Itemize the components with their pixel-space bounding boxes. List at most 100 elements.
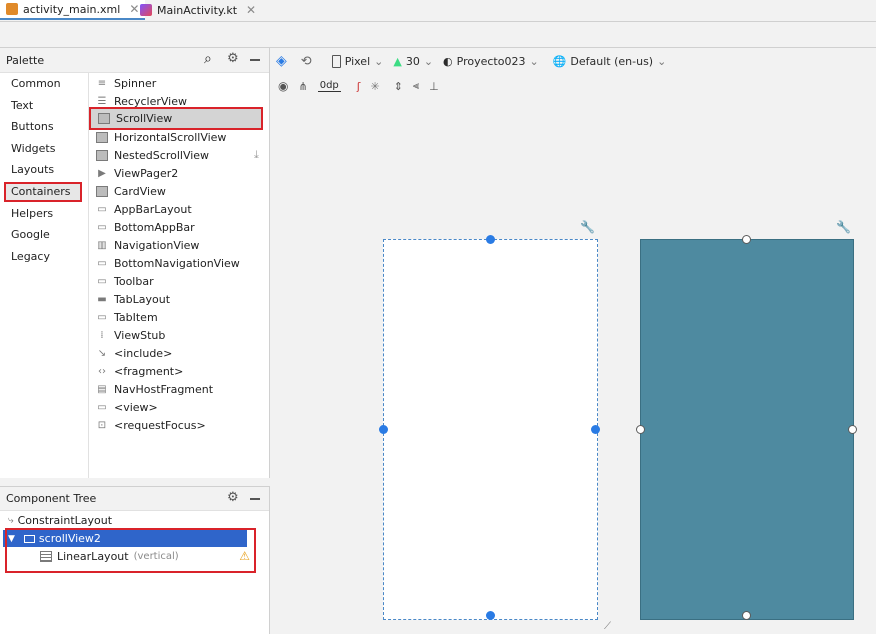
tab-activity-main[interactable]: activity_main.xml ✕: [0, 0, 146, 20]
design-surface: ◈ ⟲ Pixel ⌄ ▲ 30 ⌄ ◐ Proyecto023 ⌄ 🌐 Def…: [270, 48, 876, 633]
constraint-toolbar: ◉ ⋔ 0dp ʃ ✳ ⇕ ⫷ ⊥: [278, 75, 439, 97]
palette-item[interactable]: ▥ NavigationView: [96, 236, 270, 254]
tab-main-activity[interactable]: MainActivity.kt ✕: [134, 0, 262, 20]
editor-tab-bar: activity_main.xml ✕ MainActivity.kt ✕: [0, 0, 876, 22]
scrollview-icon: [98, 113, 110, 124]
guidelines-icon[interactable]: ⊥: [429, 80, 439, 93]
tab-label: MainActivity.kt: [157, 3, 238, 17]
resize-handle[interactable]: [848, 425, 857, 434]
resize-handle[interactable]: [379, 425, 388, 434]
chevron-down-icon[interactable]: ⌄: [657, 55, 666, 68]
palette-item[interactable]: ⊡ <requestFocus>: [96, 416, 270, 434]
default-margin-field[interactable]: 0dp: [317, 80, 341, 92]
palette-item[interactable]: ▭ BottomAppBar: [96, 218, 270, 236]
palette-item-label: TabItem: [114, 310, 158, 324]
viewstub-icon: ⁞: [100, 329, 104, 341]
palette-items: ≡ Spinner ☰ RecyclerView ScrollView Horizonta…: [0, 73, 269, 478]
resize-handle[interactable]: [636, 425, 645, 434]
palette-item-label: RecyclerView: [114, 94, 187, 108]
device-selector[interactable]: Pixel: [345, 55, 370, 68]
palette-item[interactable]: ▬ TabLayout: [96, 290, 270, 308]
palette-item[interactable]: ▶ ViewPager2: [96, 164, 270, 182]
xml-file-icon: [6, 3, 18, 15]
palette-item[interactable]: ≡ Spinner: [96, 74, 270, 92]
scrollview-icon: [23, 534, 35, 543]
palette-item-label: <view>: [114, 400, 158, 414]
spinner-icon: ≡: [97, 77, 107, 89]
resize-handle[interactable]: [486, 235, 495, 244]
layers-icon[interactable]: ◈: [276, 53, 287, 69]
pack-icon[interactable]: ⇕: [394, 80, 403, 93]
palette-item-label: NavigationView: [114, 238, 200, 252]
clear-constraints-icon[interactable]: ʃ: [357, 80, 361, 93]
palette-header: Palette ⌕ ⚙: [0, 48, 269, 73]
palette-item[interactable]: ▭ Toolbar: [96, 272, 270, 290]
tabitem-icon: ▭: [97, 311, 107, 323]
palette-item-label: AppBarLayout: [114, 202, 192, 216]
palette-item-label: ScrollView: [116, 112, 173, 125]
palette-item[interactable]: CardView: [96, 182, 270, 200]
viewpager-icon: ▶: [98, 167, 106, 179]
search-icon[interactable]: ⌕: [204, 51, 212, 67]
cardview-icon: [96, 185, 108, 197]
navhost-icon: ▤: [97, 383, 107, 395]
chevron-down-icon[interactable]: ⌄: [529, 55, 538, 68]
gear-icon[interactable]: ⚙: [227, 490, 239, 505]
palette-item-label: CardView: [114, 184, 166, 198]
palette-item[interactable]: ▭ <view>: [96, 398, 270, 416]
close-icon[interactable]: ✕: [246, 3, 256, 17]
minimize-icon[interactable]: [250, 498, 260, 500]
palette-item[interactable]: ScrollView: [89, 107, 263, 130]
resize-handle[interactable]: [742, 235, 751, 244]
eye-icon[interactable]: ◉: [278, 79, 288, 93]
palette-item[interactable]: ‹› <fragment>: [96, 362, 270, 380]
chevron-down-icon[interactable]: ⌄: [374, 55, 383, 68]
infer-constraints-icon[interactable]: ✳: [370, 80, 379, 93]
chevron-down-icon[interactable]: ⌄: [424, 55, 433, 68]
palette-item[interactable]: ▭ AppBarLayout: [96, 200, 270, 218]
api-selector[interactable]: 30: [406, 55, 420, 68]
design-preview[interactable]: [379, 235, 600, 620]
palette-item[interactable]: ▭ BottomNavigationView: [96, 254, 270, 272]
gear-icon[interactable]: ⚙: [227, 51, 239, 66]
orientation-icon[interactable]: ⟲: [301, 54, 312, 69]
align-icon[interactable]: ⫷: [413, 79, 419, 93]
wrench-icon[interactable]: 🔧: [580, 220, 595, 234]
component-tree-panel: Component Tree ⚙ ⤷ ConstraintLayout ▼ sc…: [0, 486, 270, 634]
tablayout-icon: ▬: [97, 293, 107, 305]
palette-item[interactable]: ▭ TabItem: [96, 308, 270, 326]
palette-item-label: Spinner: [114, 76, 157, 90]
palette-item-label: TabLayout: [114, 292, 171, 306]
expand-triangle-icon[interactable]: ▼: [8, 534, 15, 544]
tree-node-label: LinearLayout: [57, 549, 129, 563]
warning-icon[interactable]: ⚠: [239, 549, 250, 563]
palette-item-label: BottomAppBar: [114, 220, 195, 234]
secondary-toolbar: [0, 22, 876, 48]
view-icon: ▭: [97, 401, 107, 413]
magnet-off-icon[interactable]: ⋔: [298, 80, 307, 93]
download-icon[interactable]: ⤓: [254, 148, 259, 162]
theme-selector[interactable]: Proyecto023: [457, 55, 526, 68]
appbar-icon: ▭: [97, 203, 107, 215]
minimize-icon[interactable]: [250, 59, 260, 61]
blueprint-preview[interactable]: [636, 235, 857, 620]
navigation-icon: ▥: [97, 239, 107, 251]
locale-selector[interactable]: Default (en-us): [570, 55, 653, 68]
tree-node-linearlayout[interactable]: LinearLayout (vertical) ⚠: [40, 549, 250, 563]
resize-corner-icon[interactable]: ⟋: [604, 621, 611, 632]
resize-handle[interactable]: [486, 611, 495, 620]
resize-handle[interactable]: [591, 425, 600, 434]
palette-item[interactable]: ⁞ ViewStub: [96, 326, 270, 344]
palette-item[interactable]: ▤ NavHostFragment: [96, 380, 270, 398]
palette-item[interactable]: ↘ <include>: [96, 344, 270, 362]
palette-item-label: <include>: [114, 346, 173, 360]
palette-item[interactable]: HorizontalScrollView: [96, 128, 270, 146]
tree-node-constraintlayout[interactable]: ⤷ ConstraintLayout: [8, 514, 112, 527]
tree-node-scrollview2[interactable]: ▼ scrollView2: [3, 530, 247, 547]
resize-handle[interactable]: [742, 611, 751, 620]
palette-item-label: ViewStub: [114, 328, 166, 342]
wrench-icon[interactable]: 🔧: [836, 220, 851, 234]
palette-item[interactable]: NestedScrollView: [96, 146, 270, 164]
component-tree-title: Component Tree: [6, 492, 97, 505]
toolbar-icon: ▭: [97, 275, 107, 287]
